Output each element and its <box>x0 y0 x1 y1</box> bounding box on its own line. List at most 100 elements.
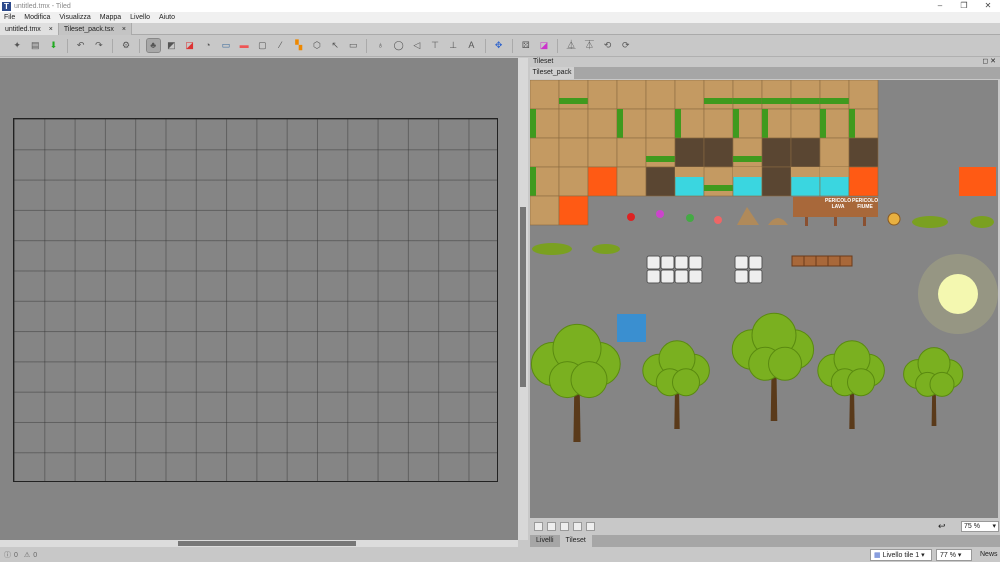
edit-polygons-icon[interactable]: ⬡ <box>310 39 323 52</box>
tileset-image[interactable] <box>530 80 998 518</box>
tile <box>587 166 618 197</box>
new-icon[interactable]: ✦ <box>11 39 24 52</box>
tile <box>558 137 589 168</box>
wang-brush-icon[interactable]: ◪ <box>183 39 196 52</box>
menu-livello[interactable]: Livello <box>130 14 150 21</box>
news-button[interactable]: News <box>980 551 998 558</box>
sign-river: PERICOLO FIUME <box>852 198 879 210</box>
minimize-button[interactable]: – <box>928 0 952 12</box>
tile <box>674 80 705 110</box>
tileset-toolbar: ↩ <box>530 518 1000 534</box>
block <box>748 255 763 270</box>
move-icon[interactable]: ✥ <box>492 39 505 52</box>
undo-icon[interactable]: ↶ <box>74 39 87 52</box>
tile <box>558 80 589 110</box>
select-objects-icon[interactable]: ↖ <box>329 39 342 52</box>
open-icon[interactable]: ▤ <box>29 39 42 52</box>
block <box>734 269 749 284</box>
tile <box>645 80 676 110</box>
block <box>734 255 749 270</box>
eraser-icon[interactable]: ▬ <box>238 39 251 52</box>
tab-livelli[interactable]: Livelli <box>530 535 560 547</box>
rect-select-icon[interactable]: ▢ <box>256 39 269 52</box>
menu-aiuto[interactable]: Aiuto <box>159 14 175 21</box>
tile <box>616 137 647 168</box>
menu-file[interactable]: File <box>4 14 15 21</box>
tile <box>530 80 560 110</box>
tab-untitled[interactable]: untitled.tmx × <box>0 23 59 35</box>
rotate-left-icon[interactable]: ⟲ <box>601 39 614 52</box>
shape-fill-icon[interactable]: ▭ <box>219 39 232 52</box>
stamp-brush-icon[interactable]: ♣ <box>145 38 161 53</box>
flip-v-icon[interactable]: ⏄ <box>583 39 596 52</box>
dynamic-wrap-icon[interactable]: ↩ <box>938 521 946 532</box>
menu-mappa[interactable]: Mappa <box>100 14 121 21</box>
close-tab-icon[interactable]: × <box>49 26 53 33</box>
tab-tileset-pack[interactable]: Tileset_pack.tsx × <box>58 23 132 35</box>
tab-tileset[interactable]: Tileset <box>559 535 592 547</box>
tile <box>530 137 560 168</box>
save-icon[interactable]: ⬇ <box>47 39 60 52</box>
tile-edge <box>791 167 820 177</box>
grass-edge <box>704 98 733 104</box>
panel-float-close-icons[interactable]: ◻ ✕ <box>982 57 996 67</box>
embed-tileset-icon[interactable] <box>547 521 556 531</box>
warning-count: 0 <box>33 551 38 559</box>
close-window-button[interactable]: ✕ <box>976 0 1000 12</box>
insert-template-icon[interactable]: ⊥ <box>447 39 460 52</box>
tile <box>558 195 589 226</box>
remove-tileset-icon[interactable] <box>586 521 595 531</box>
block <box>646 255 661 270</box>
redo-icon[interactable]: ↷ <box>92 39 105 52</box>
grass-edge <box>762 109 768 138</box>
close-tab-icon[interactable]: × <box>122 26 126 33</box>
menu-visualizza[interactable]: Visualizza <box>59 14 90 21</box>
bucket-fill-icon[interactable]: ◔ <box>201 39 214 52</box>
block <box>646 269 661 284</box>
sign-post <box>805 217 808 226</box>
block <box>688 255 703 270</box>
tileset-panel-header: Tileset ◻ ✕ <box>530 57 1000 67</box>
warning-icon[interactable]: ⚠ <box>24 551 30 559</box>
wang-icon[interactable]: ◪ <box>537 39 550 52</box>
edit-tileset-icon[interactable] <box>573 521 582 531</box>
rotate-right-icon[interactable]: ⟳ <box>619 39 632 52</box>
vertical-scroll-thumb[interactable] <box>520 207 526 387</box>
grass-edge <box>733 156 762 162</box>
map-zoom-select[interactable]: 77 % ▾ <box>936 549 972 561</box>
tab-label: untitled.tmx <box>5 25 41 33</box>
select-same-icon[interactable]: ▚ <box>292 39 305 52</box>
error-icon[interactable]: ⓘ <box>4 550 11 560</box>
bush <box>970 216 994 228</box>
insert-rect-icon[interactable]: ▭ <box>347 39 360 52</box>
maximize-button[interactable]: ❐ <box>952 0 976 12</box>
export-tileset-icon[interactable] <box>560 521 569 531</box>
tile <box>790 80 821 110</box>
menu-modifica[interactable]: Modifica <box>24 14 50 21</box>
tile <box>848 137 879 168</box>
tileset-view[interactable]: PERICOLO LAVA PERICOLO FIUME <box>530 80 998 518</box>
map-grid[interactable] <box>13 118 498 482</box>
random-icon[interactable]: ⚄ <box>519 39 532 52</box>
insert-point-icon[interactable]: ♁ <box>374 39 387 52</box>
menu-bar: File Modifica Visualizza Mappa Livello A… <box>0 12 1000 23</box>
window-title: untitled.tmx - Tiled <box>14 2 71 10</box>
flip-h-icon[interactable]: ⏅ <box>565 39 578 52</box>
insert-ellipse-icon[interactable]: ◯ <box>392 39 405 52</box>
insert-polygon-icon[interactable]: ◁ <box>410 39 423 52</box>
horizontal-scroll-thumb[interactable] <box>178 541 356 546</box>
terrain-brush-icon[interactable]: ◩ <box>165 39 178 52</box>
magic-wand-icon[interactable]: ⁄ <box>274 39 287 52</box>
commands-icon[interactable]: ⚙ <box>120 39 133 52</box>
layer-select[interactable]: ▦ Livello tile 1 ▾ <box>870 549 932 561</box>
tileset-zoom-select[interactable]: 75 % ▾ <box>961 521 999 532</box>
tree-leaves <box>929 371 955 397</box>
toolbar-separator <box>139 38 141 53</box>
insert-tile-icon[interactable]: ⊤ <box>429 39 442 52</box>
insert-text-icon[interactable]: A <box>465 39 478 52</box>
grass-edge <box>704 185 733 191</box>
tab-tileset-pack-panel[interactable]: Tileset_pack <box>530 67 574 79</box>
tile <box>848 80 879 110</box>
bush <box>532 243 572 255</box>
new-tileset-icon[interactable] <box>534 521 543 531</box>
